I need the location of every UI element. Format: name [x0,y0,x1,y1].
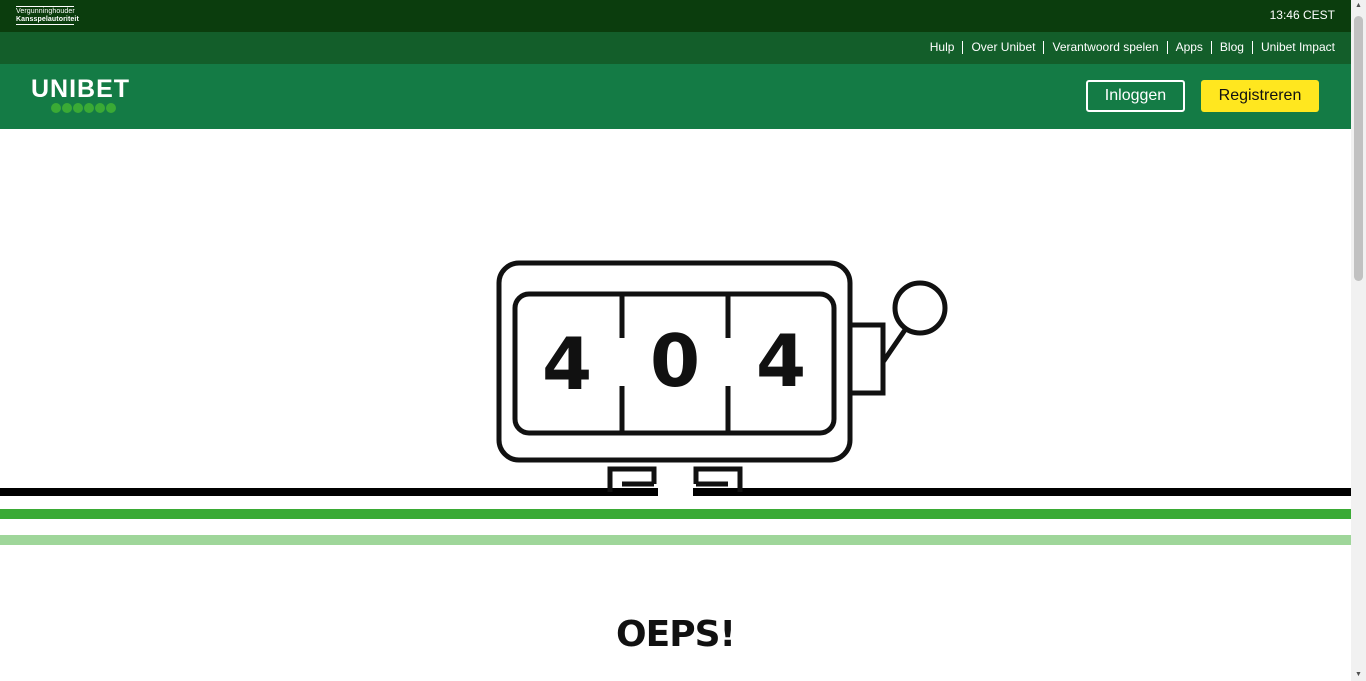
vertical-scrollbar[interactable]: ▲ ▼ [1351,0,1366,681]
page: Vergunninghouder Kansspelautoriteit 13:4… [0,0,1351,681]
reel-digit-2: 0 [650,319,700,403]
scroll-down-arrow-icon[interactable]: ▼ [1351,669,1366,681]
reel-digit-3: 4 [756,319,806,403]
error-heading: OEPS! [616,614,736,655]
scrollbar-thumb[interactable] [1354,16,1363,281]
slot-machine-404-icon: 4 0 4 [496,260,948,500]
reel-digit-1: 4 [542,322,592,406]
scroll-up-arrow-icon[interactable]: ▲ [1351,0,1366,12]
